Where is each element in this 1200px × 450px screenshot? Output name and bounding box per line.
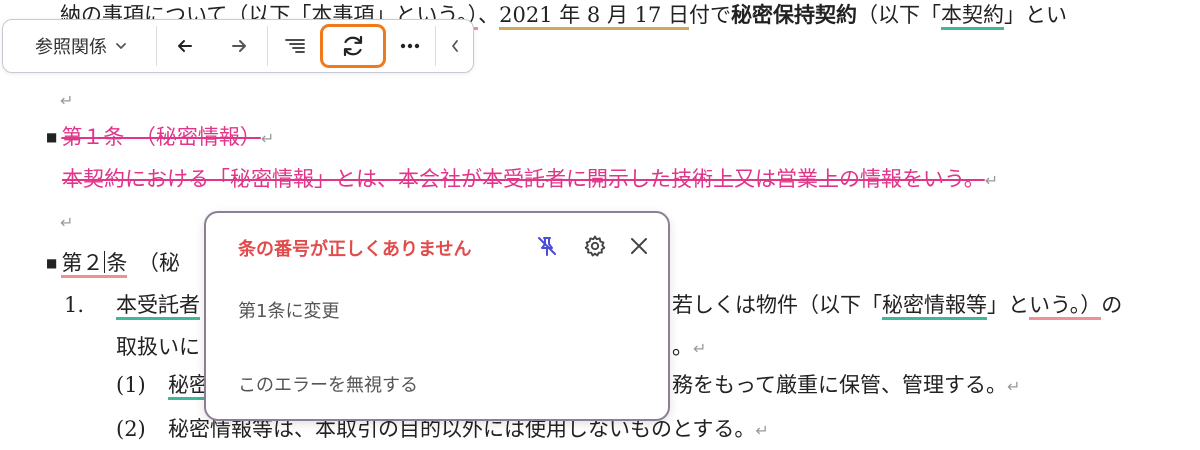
- floating-toolbar: 参照関係: [2, 19, 474, 73]
- article2-number-b: 条: [106, 251, 128, 275]
- item1-line1: 1. 本受託者: [64, 290, 200, 320]
- article1-body[interactable]: 本契約における「秘密情報」とは、本会社が本受託者に開示した技術上又は営業上の情報…: [62, 167, 985, 191]
- line0-tail: 」とい: [1004, 3, 1068, 27]
- item1-right-mid: 」と: [987, 293, 1029, 317]
- bullet-icon: ■: [46, 130, 58, 144]
- previous-button[interactable]: [159, 20, 211, 72]
- article2-title-start: （秘: [127, 251, 180, 275]
- line0-paren: （以下「: [857, 3, 942, 27]
- item1-right-tail[interactable]: いう。）: [1029, 293, 1102, 320]
- settings-button[interactable]: [580, 231, 610, 261]
- article1-heading-line: ■ 第１条 （秘密情報）↵: [46, 122, 274, 154]
- reference-dropdown[interactable]: 参照関係: [7, 20, 155, 72]
- item1-start[interactable]: 本受託者: [116, 293, 200, 320]
- error-popup: 条の番号が正しくありません 第1条に変更 このエラーを無視する: [204, 211, 670, 421]
- bold-term: 秘密保持契約: [731, 2, 858, 27]
- bullet-icon: ■: [46, 256, 58, 270]
- toolbar-divider: [267, 26, 268, 66]
- arrow-left-icon: [176, 37, 194, 55]
- item1-right-text: 若しくは物件（以下「: [672, 293, 882, 317]
- suggestion-button[interactable]: 第1条に変更: [238, 297, 339, 323]
- collapse-button[interactable]: [437, 20, 473, 72]
- close-icon: [629, 236, 649, 256]
- sub1-number: (1): [116, 373, 146, 397]
- defined-term[interactable]: 本契約: [941, 3, 1005, 30]
- sub2-number: (2): [116, 417, 146, 441]
- article2-number-a: 第２: [61, 251, 104, 275]
- item1-line2: 取扱いに: [116, 332, 200, 362]
- item1-term[interactable]: 秘密情報等: [882, 293, 987, 320]
- refresh-button[interactable]: [320, 24, 386, 68]
- next-button[interactable]: [213, 20, 265, 72]
- article1-heading[interactable]: 第１条 （秘密情報）: [61, 125, 261, 149]
- popup-title: 条の番号が正しくありません: [238, 239, 472, 260]
- item1-line2-start: 取扱いに: [116, 335, 200, 359]
- item1-line2-right: 。↵: [672, 332, 706, 364]
- paragraph-mark: ↵: [755, 421, 769, 440]
- line0-mid: 付で: [689, 3, 732, 27]
- paragraph-mark: ↵: [693, 339, 707, 358]
- paragraph-mark: ↵: [1006, 377, 1021, 396]
- empty-paragraph-1: ↵: [60, 84, 73, 116]
- empty-paragraph-2: ↵: [60, 206, 73, 238]
- paragraph-mark: ↵: [60, 91, 74, 110]
- more-button[interactable]: [387, 20, 433, 72]
- sub1-line-right: 務をもって厳重に保管、管理する。↵: [672, 370, 1020, 402]
- refresh-icon: [340, 33, 366, 59]
- article2-number[interactable]: 第２ 条: [61, 251, 128, 278]
- sub1-line: (1) 秘密: [116, 370, 210, 400]
- paragraph-mark: ↵: [260, 129, 275, 148]
- gear-icon: [583, 234, 607, 258]
- date-text[interactable]: 2021 年 8 月 17 日: [499, 3, 690, 30]
- sub1-right-text: 務をもって厳重に保管、管理する。: [672, 373, 1007, 397]
- more-icon: [400, 43, 420, 49]
- list-icon: [284, 38, 306, 54]
- reference-label: 参照関係: [35, 37, 107, 58]
- list-button[interactable]: [270, 20, 320, 72]
- item1-right-end: の: [1101, 293, 1123, 317]
- unpin-button[interactable]: [532, 231, 562, 261]
- item1-line2-end: 。: [672, 335, 693, 359]
- article2-heading-line: ■ 第２ 条 （秘: [46, 248, 180, 278]
- chevron-down-icon: [115, 40, 127, 52]
- line0-comma: 、: [478, 3, 500, 27]
- article1-body-line: 本契約における「秘密情報」とは、本会社が本受託者に開示した技術上又は営業上の情報…: [62, 164, 998, 196]
- collapse-icon: [450, 39, 460, 53]
- toolbar-divider: [435, 26, 436, 66]
- item1-number: 1.: [64, 293, 85, 317]
- paragraph-mark: ↵: [60, 213, 74, 232]
- toolbar-divider: [156, 26, 157, 66]
- close-button[interactable]: [624, 231, 654, 261]
- item1-line1-right: 若しくは物件（以下「秘密情報等」という。）の: [672, 290, 1122, 320]
- paragraph-mark: ↵: [984, 171, 999, 190]
- arrow-right-icon: [230, 37, 248, 55]
- unpin-icon: [536, 235, 558, 257]
- ignore-error-button[interactable]: このエラーを無視する: [238, 371, 418, 397]
